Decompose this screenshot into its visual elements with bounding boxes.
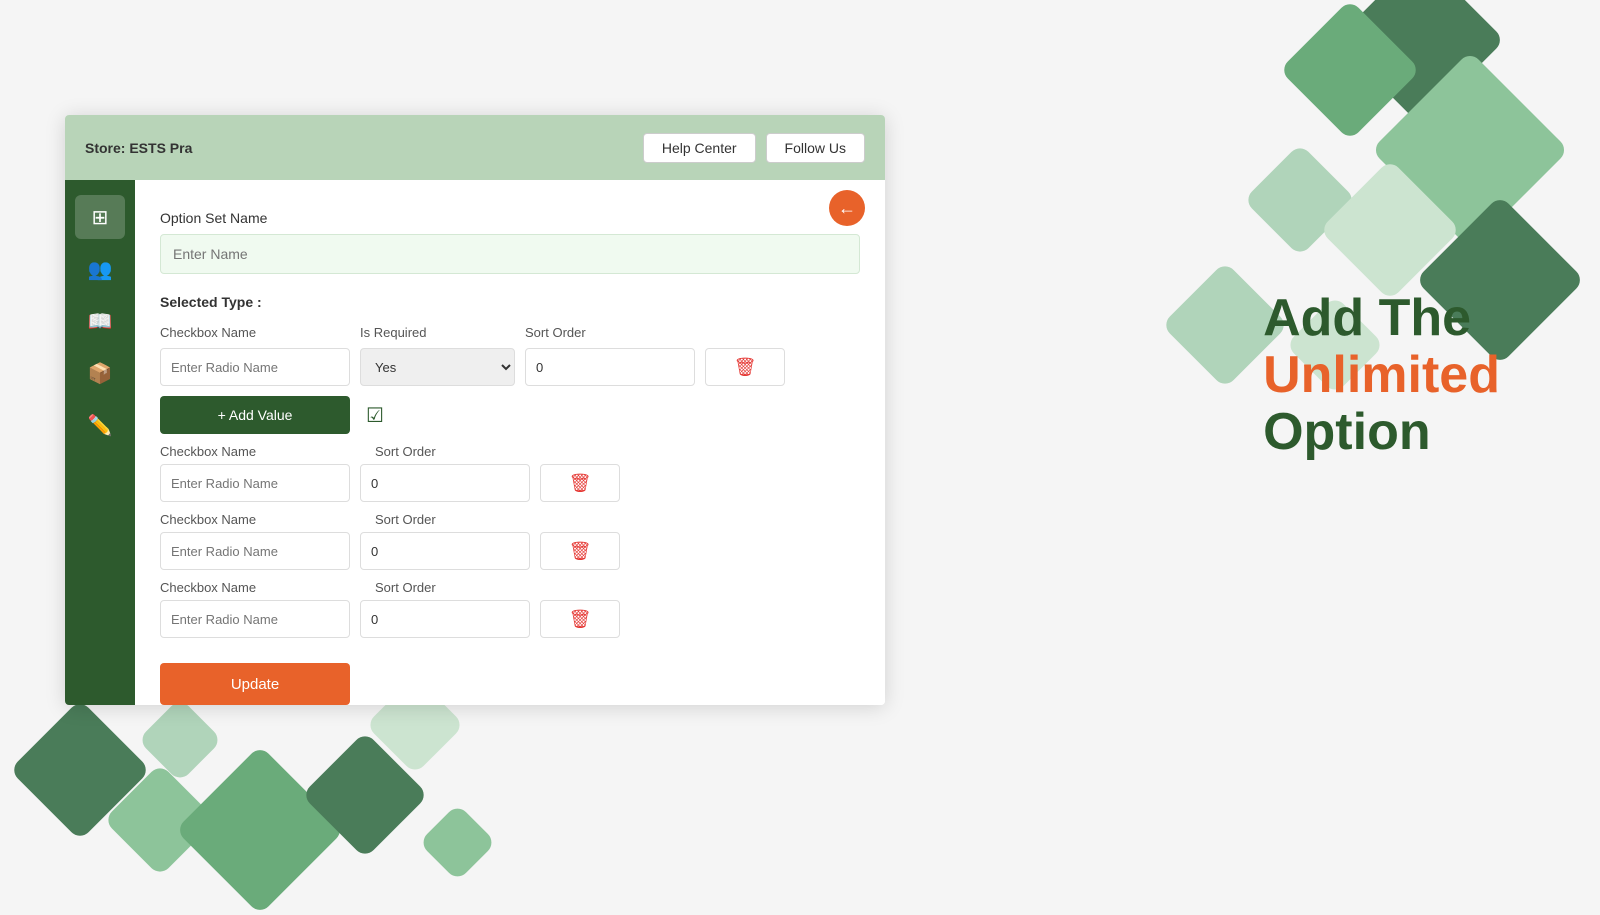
diamond-decor [103,763,216,876]
sub-header-row-1: Checkbox Name Sort Order [160,444,860,459]
checkbox-name-header: Checkbox Name [160,325,350,340]
sub-checkbox-label-2: Checkbox Name [160,512,345,527]
checkbox-row-3: 🗑 [160,600,860,638]
option-set-name-label: Option Set Name [160,210,860,226]
add-value-row: + Add Value ☑ [160,396,860,434]
checkbox-name-input-2[interactable] [160,532,350,570]
first-delete-button[interactable]: 🗑 [705,348,785,386]
diamond-decor [419,804,497,882]
sub-header-row-2: Checkbox Name Sort Order [160,512,860,527]
users-icon: 👥 [88,257,113,282]
diamond-decor [1371,51,1569,249]
first-checkbox-row: Yes 🗑 [160,348,860,386]
first-checkbox-name-input[interactable] [160,348,350,386]
store-label: Store: ESTS Pra [85,140,192,156]
header-bar: Store: ESTS Pra Help Center Follow Us [65,115,885,180]
sort-order-header: Sort Order [525,325,695,340]
delete-button-2[interactable]: 🗑 [540,532,620,570]
checkbox-name-input-3[interactable] [160,600,350,638]
option-set-name-section: Option Set Name [160,210,860,294]
trash-icon-1: 🗑 [569,473,592,494]
dashboard-icon: ⊞ [92,205,109,230]
checkbox-name-input-1[interactable] [160,464,350,502]
diamond-decor [1335,0,1505,125]
sidebar-item-edit[interactable]: ✏️ [75,403,125,447]
sidebar-item-products[interactable]: 📦 [75,351,125,395]
is-required-select[interactable]: Yes [360,348,515,386]
sub-sort-label-2: Sort Order [375,512,545,527]
diamond-decor [138,698,223,783]
promo-section: Add The Unlimited Option [1263,290,1500,462]
update-button[interactable]: Update [160,663,350,705]
back-button[interactable]: ← [829,190,865,226]
sub-sort-label-1: Sort Order [375,444,545,459]
trash-icon-3: 🗑 [569,609,592,630]
promo-line3: Option [1263,404,1500,461]
diamond-decor [1279,0,1420,141]
trash-icon-2: 🗑 [569,541,592,562]
sub-checkbox-label-1: Checkbox Name [160,444,345,459]
sub-header-row-3: Checkbox Name Sort Order [160,580,860,595]
delete-button-3[interactable]: 🗑 [540,600,620,638]
sort-order-input-2[interactable] [360,532,530,570]
catalog-icon: 📖 [88,309,113,334]
sidebar: ⊞ 👥 📖 📦 ✏️ [65,180,135,705]
help-center-button[interactable]: Help Center [643,133,756,163]
add-value-button[interactable]: + Add Value [160,396,350,434]
sub-sort-label-3: Sort Order [375,580,545,595]
diamond-decor [1243,143,1356,256]
trash-icon: 🗑 [734,357,757,378]
sidebar-item-catalog[interactable]: 📖 [75,299,125,343]
follow-us-button[interactable]: Follow Us [766,133,865,163]
promo-line2: Unlimited [1263,347,1500,404]
sub-checkbox-label-3: Checkbox Name [160,580,345,595]
content-area: Option Set Name Selected Type : Checkbox… [135,180,885,705]
delete-button-1[interactable]: 🗑 [540,464,620,502]
checkbox-row-1: 🗑 [160,464,860,502]
checkbox-row-2: 🗑 [160,532,860,570]
diamond-decor [9,699,150,840]
sort-order-input-1[interactable] [360,464,530,502]
promo-line1: Add The [1263,290,1500,347]
main-panel: Store: ESTS Pra Help Center Follow Us ⊞ … [65,115,885,705]
option-set-name-input[interactable] [160,234,860,274]
store-name: ESTS Pra [129,140,192,156]
is-required-header: Is Required [360,325,515,340]
edit-icon: ✏️ [88,413,113,438]
selected-type-label: Selected Type : [160,294,860,310]
back-arrow-icon: ← [838,198,856,219]
diamond-decor [1319,159,1460,300]
table-header-row: Checkbox Name Is Required Sort Order [160,325,860,340]
diamond-decor [301,731,428,858]
diamond-decor [175,745,345,915]
sort-order-input-3[interactable] [360,600,530,638]
first-sort-order-input[interactable] [525,348,695,386]
sidebar-item-users[interactable]: 👥 [75,247,125,291]
sidebar-item-dashboard[interactable]: ⊞ [75,195,125,239]
header-buttons: Help Center Follow Us [643,133,865,163]
checkbox-checked-icon: ☑ [360,400,390,430]
products-icon: 📦 [88,361,113,386]
